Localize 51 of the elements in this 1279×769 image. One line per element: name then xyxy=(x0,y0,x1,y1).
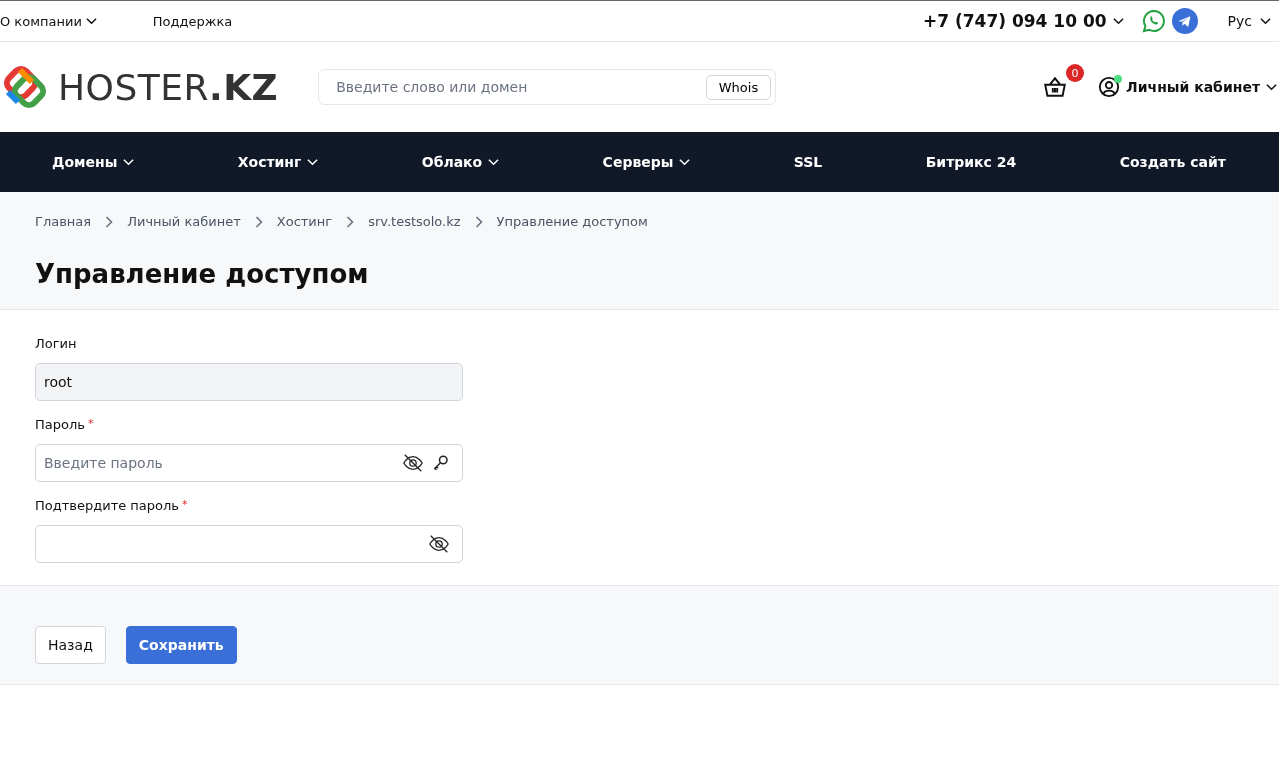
eye-slash-icon[interactable] xyxy=(402,452,424,474)
chevron-down-icon xyxy=(488,158,500,166)
chevron-right-icon xyxy=(105,215,114,228)
user-icon xyxy=(1098,76,1121,98)
required-asterisk: * xyxy=(182,498,188,513)
nav-item[interactable]: Создать сайт xyxy=(1119,154,1226,170)
field-label: Логин xyxy=(35,336,77,351)
chevron-down-icon xyxy=(307,158,319,166)
top-link[interactable]: Поддержка xyxy=(152,13,233,29)
save-button[interactable]: Сохранить xyxy=(125,626,237,664)
language-selector[interactable]: Рус xyxy=(1227,13,1271,29)
field-label: Подтвердите пароль xyxy=(35,498,179,513)
top-link[interactable]: О компании xyxy=(0,13,97,29)
account-menu[interactable]: Личный кабинет xyxy=(1098,76,1277,98)
key-icon[interactable] xyxy=(432,454,450,472)
eye-slash-icon[interactable] xyxy=(428,533,450,555)
nav-item[interactable]: SSL xyxy=(793,154,823,170)
breadcrumb-link[interactable]: srv.testsolo.kz xyxy=(368,214,461,229)
chevron-down-icon xyxy=(679,158,691,166)
whatsapp-icon[interactable] xyxy=(1141,9,1166,33)
chevron-down-icon xyxy=(1266,83,1277,91)
input-field[interactable]: Введите пароль xyxy=(35,444,463,482)
chevron-right-icon xyxy=(474,215,483,228)
chevron-down-icon xyxy=(123,158,135,166)
telegram-icon[interactable] xyxy=(1171,8,1198,34)
breadcrumb-link[interactable]: Управление доступом xyxy=(496,214,648,229)
search-field[interactable]: Введите слово или домен Whois xyxy=(318,69,777,105)
nav-item[interactable]: Хостинг xyxy=(237,154,319,170)
chevron-right-icon xyxy=(346,215,355,228)
logo-text[interactable]: HOSTER.KZ xyxy=(58,66,279,108)
chevron-down-icon xyxy=(1112,17,1124,25)
breadcrumb-link[interactable]: Хостинг xyxy=(276,214,333,229)
chevron-down-icon xyxy=(1260,17,1271,25)
page-title: Управление доступом xyxy=(35,259,370,289)
nav-item[interactable]: Битрикс 24 xyxy=(925,154,1017,170)
input-text[interactable]: Введите пароль xyxy=(44,445,394,481)
breadcrumb-link[interactable]: Главная xyxy=(35,214,92,229)
field-label: Пароль xyxy=(35,417,85,432)
phone-link[interactable]: +7 (747) 094 10 00 xyxy=(923,11,1124,31)
breadcrumb-link[interactable]: Личный кабинет xyxy=(127,214,241,229)
nav-item[interactable]: Домены xyxy=(52,154,135,170)
nav-item[interactable]: Серверы xyxy=(602,154,691,170)
basket-icon[interactable] xyxy=(1042,74,1069,100)
chevron-down-icon xyxy=(85,17,97,25)
chevron-right-icon xyxy=(254,215,263,228)
whois-button[interactable]: Whois xyxy=(705,74,772,100)
back-button[interactable]: Назад xyxy=(35,626,106,664)
nav-item[interactable]: Облако xyxy=(421,154,500,170)
cart-count-badge: 0 xyxy=(1066,64,1085,82)
input-field[interactable] xyxy=(35,525,463,563)
required-asterisk: * xyxy=(87,417,94,432)
